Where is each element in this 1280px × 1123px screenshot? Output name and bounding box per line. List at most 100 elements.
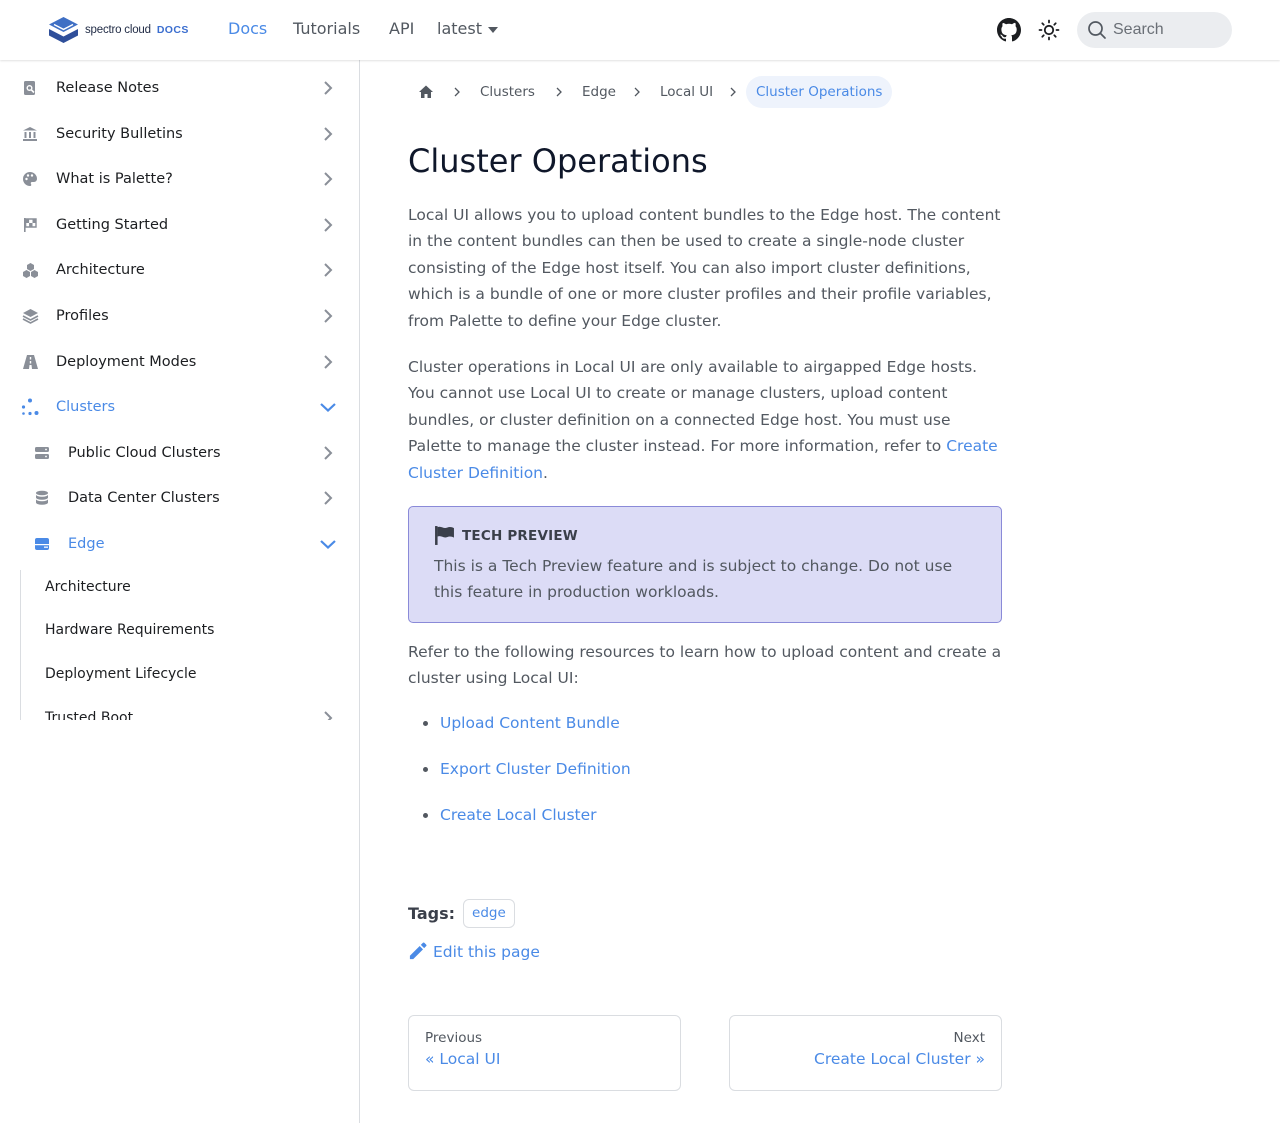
chevron-right-icon[interactable] [322, 710, 334, 720]
logo-docs-label: DOCS [156, 24, 189, 36]
page-title: Cluster Operations [408, 142, 708, 180]
home-icon [419, 85, 433, 98]
docs-sidebar: Release Notes Security Bulletins What is… [0, 60, 360, 1123]
spectro-cloud-logo-mark [49, 17, 78, 43]
nav-link-tutorials[interactable]: Tutorials [293, 19, 360, 38]
chevron-right-icon [556, 87, 562, 97]
sidebar-item-edge-architecture[interactable]: Architecture [45, 579, 131, 595]
chevron-right-icon[interactable] [318, 306, 338, 326]
nav-link-api[interactable]: API [389, 19, 414, 38]
spectro-cloud-logo[interactable]: spectro cloud DOCS [48, 16, 189, 44]
chevron-right-icon[interactable] [318, 169, 338, 189]
sidebar-item-edge[interactable]: Edge [10, 524, 350, 564]
chevron-right-icon [730, 87, 736, 97]
upload-content-bundle-link[interactable]: Upload Content Bundle [440, 714, 620, 732]
version-dropdown[interactable]: latest [437, 19, 498, 38]
chevron-right-icon[interactable] [318, 352, 338, 372]
pencil-icon [409, 942, 427, 960]
sidebar-item-data-center-clusters[interactable]: Data Center Clusters [10, 478, 350, 518]
palette-icon [21, 170, 39, 188]
sidebar-item-security-bulletins[interactable]: Security Bulletins [10, 114, 350, 154]
breadcrumb: Clusters Edge Local UI Cluster Operation… [408, 76, 1002, 108]
edge-hdd-icon [33, 535, 51, 553]
github-icon [997, 18, 1021, 42]
sidebar-item-deployment-lifecycle[interactable]: Deployment Lifecycle [45, 666, 197, 682]
breadcrumb-item-edge[interactable]: Edge [582, 76, 616, 108]
create-local-cluster-link[interactable]: Create Local Cluster [440, 806, 597, 824]
sidebar-item-architecture[interactable]: Architecture [10, 250, 350, 290]
pagination-next[interactable]: Next Create Local Cluster » [729, 1015, 1002, 1091]
tag-edge[interactable]: edge [463, 898, 515, 928]
server-icon [33, 444, 51, 462]
edit-this-page-link[interactable]: Edit this page [408, 942, 540, 961]
github-button[interactable] [995, 16, 1023, 44]
chevron-right-icon[interactable] [318, 215, 338, 235]
chevron-right-icon[interactable] [318, 260, 338, 280]
layer-group-icon [21, 307, 39, 325]
top-navbar: spectro cloud DOCS Docs Tutorials API la… [0, 0, 1280, 60]
export-cluster-definition-link[interactable]: Export Cluster Definition [440, 760, 631, 778]
flag-icon [435, 526, 454, 545]
chevron-down-icon[interactable] [318, 534, 338, 554]
sidebar-item-clusters[interactable]: Clusters [10, 387, 350, 427]
tags-row: Tags: edge [408, 898, 515, 928]
theme-toggle-button[interactable] [1035, 16, 1063, 44]
chevron-right-icon[interactable] [318, 124, 338, 144]
sidebar-item-what-is-palette[interactable]: What is Palette? [10, 159, 350, 199]
pagination-previous-sub: Previous [425, 1030, 483, 1046]
caret-down-icon [487, 26, 498, 33]
chevron-right-icon [454, 87, 460, 97]
sidebar-clip-region: Trusted Boot [0, 700, 359, 720]
breadcrumb-item-local-ui[interactable]: Local UI [660, 76, 713, 108]
road-icon [21, 353, 39, 371]
version-label: latest [437, 19, 482, 38]
sidebar-item-label: Data Center Clusters [68, 490, 220, 506]
cubes-icon [21, 261, 39, 279]
resources-intro: Refer to the following resources to lear… [408, 643, 1002, 688]
sidebar-item-label: What is Palette? [56, 171, 173, 187]
release-notes-icon [21, 79, 39, 97]
nav-link-docs[interactable]: Docs [228, 19, 267, 38]
bank-icon [21, 125, 39, 143]
admonition-title: TECH PREVIEW [462, 527, 578, 544]
tech-preview-admonition: TECH PREVIEW This is a Tech Preview feat… [408, 506, 1002, 623]
chevron-right-icon[interactable] [318, 443, 338, 463]
sidebar-item-public-cloud-clusters[interactable]: Public Cloud Clusters [10, 433, 350, 473]
chevron-down-icon[interactable] [318, 397, 338, 417]
database-icon [33, 489, 51, 507]
pagination-next-sub: Next [953, 1030, 985, 1046]
pagination-previous-label: « Local UI [425, 1050, 501, 1068]
flag-checkered-icon [21, 216, 39, 234]
sidebar-item-deployment-modes[interactable]: Deployment Modes [10, 342, 350, 382]
search-box[interactable] [1077, 12, 1232, 48]
pagination-previous[interactable]: Previous « Local UI [408, 1015, 681, 1091]
sidebar-item-trusted-boot[interactable]: Trusted Boot [45, 710, 133, 720]
bullet-dot [423, 767, 428, 772]
sidebar-item-label: Profiles [56, 308, 109, 324]
airgap-paragraph: Cluster operations in Local UI are only … [408, 354, 1004, 486]
chevron-right-icon[interactable] [318, 488, 338, 508]
sidebar-item-release-notes[interactable]: Release Notes [10, 68, 350, 108]
cluster-icon [21, 398, 39, 416]
breadcrumb-home[interactable] [418, 76, 434, 108]
airgap-paragraph-end: . [543, 463, 548, 482]
sidebar-item-label: Release Notes [56, 80, 160, 96]
sidebar-item-label: Getting Started [56, 217, 169, 233]
sidebar-item-label: Public Cloud Clusters [68, 445, 221, 461]
edit-this-page-label: Edit this page [433, 942, 540, 961]
sidebar-item-hardware-requirements[interactable]: Hardware Requirements [45, 622, 214, 638]
bullet-dot [423, 721, 428, 726]
pagination-next-label: Create Local Cluster » [814, 1050, 985, 1068]
sidebar-item-profiles[interactable]: Profiles [10, 296, 350, 336]
tags-label: Tags: [408, 903, 456, 923]
breadcrumb-current: Cluster Operations [746, 76, 893, 108]
sidebar-item-label: Clusters [56, 399, 116, 415]
search-input[interactable] [1113, 21, 1223, 39]
search-icon [1088, 21, 1106, 39]
sidebar-item-getting-started[interactable]: Getting Started [10, 205, 350, 245]
chevron-right-icon[interactable] [318, 78, 338, 98]
sidebar-item-label: Security Bulletins [56, 126, 183, 142]
admonition-body: This is a Tech Preview feature and is su… [434, 557, 953, 602]
breadcrumb-item-clusters[interactable]: Clusters [480, 76, 535, 108]
sidebar-nested-guide-line [20, 570, 21, 720]
